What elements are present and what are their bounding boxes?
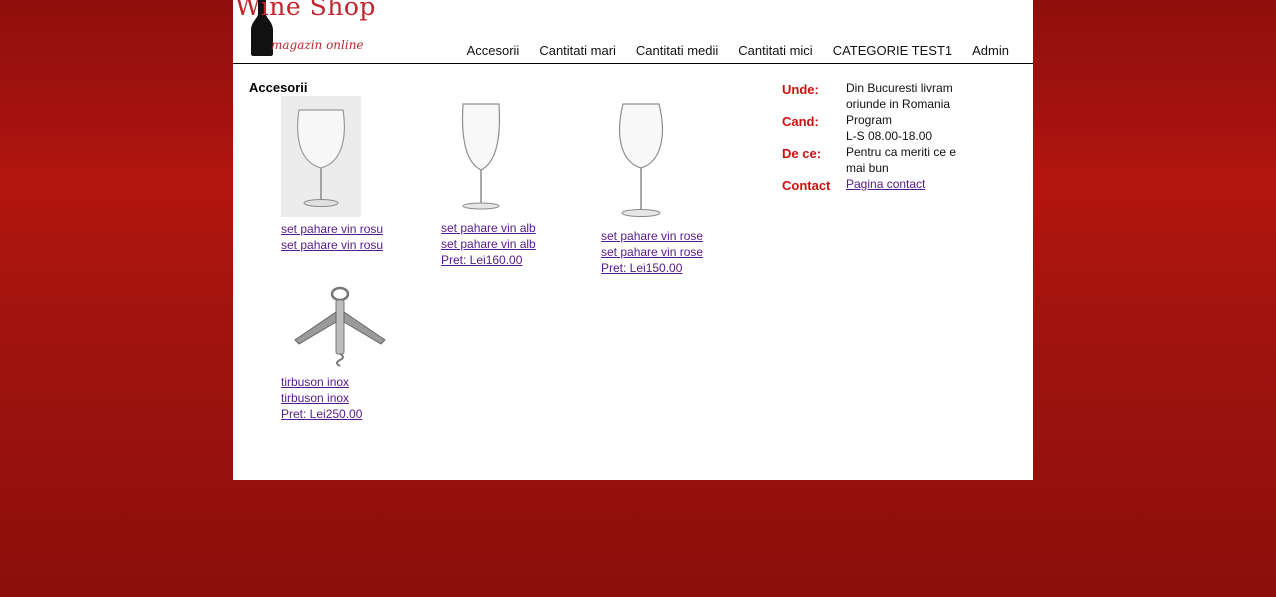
product-card: set pahare vin rosu set pahare vin rosu xyxy=(281,96,411,253)
info-value-line: L-S 08.00-18.00 xyxy=(846,129,933,143)
logo-title: Wine Shop xyxy=(235,0,376,21)
page-container: Wine Shop magazin online Accesorii Canti… xyxy=(233,0,1033,480)
logo-subtitle: magazin online xyxy=(271,38,364,52)
info-label: Cand: xyxy=(782,114,819,129)
info-row-contact: Contact Pagina contact xyxy=(782,176,982,194)
site-logo[interactable]: Wine Shop magazin online xyxy=(233,0,378,60)
wine-glass-icon xyxy=(281,96,361,217)
product-name-link[interactable]: set pahare vin rosu xyxy=(281,237,411,253)
product-card: set pahare vin rose set pahare vin rose … xyxy=(601,100,731,276)
nav-item-cantitati-medii[interactable]: Cantitati medii xyxy=(636,43,718,58)
corkscrew-icon xyxy=(281,282,399,370)
product-image-link[interactable] xyxy=(281,96,411,221)
product-image-link[interactable] xyxy=(281,282,411,374)
product-card: tirbuson inox tirbuson inox Pret: Lei250… xyxy=(281,282,411,422)
product-name-link[interactable]: set pahare vin rose xyxy=(601,228,731,244)
product-image-link[interactable] xyxy=(441,100,571,220)
info-value-line: Program xyxy=(846,113,893,127)
wine-glass-icon xyxy=(601,100,681,224)
header-divider xyxy=(233,63,1033,64)
product-name-link[interactable]: tirbuson inox xyxy=(281,390,411,406)
wine-glass-icon xyxy=(441,100,521,216)
info-panel: Unde: Din Bucuresti livram oriunde in Ro… xyxy=(782,80,982,194)
product-name-link[interactable]: set pahare vin alb xyxy=(441,220,571,236)
info-label: De ce: xyxy=(782,146,822,161)
main-nav: Accesorii Cantitati mari Cantitati medii… xyxy=(467,43,1009,58)
nav-item-categorie-test1[interactable]: CATEGORIE TEST1 xyxy=(833,43,952,58)
info-row-de-ce: De ce: Pentru ca meriti ce e mai bun xyxy=(782,144,982,176)
product-price-link[interactable]: Pret: Lei250.00 xyxy=(281,406,411,422)
product-name-link[interactable]: set pahare vin rosu xyxy=(281,221,411,237)
info-row-unde: Unde: Din Bucuresti livram oriunde in Ro… xyxy=(782,80,982,112)
product-name-link[interactable]: set pahare vin alb xyxy=(441,236,571,252)
info-value: Pentru ca meriti ce e mai bun xyxy=(846,145,957,175)
nav-item-accesorii[interactable]: Accesorii xyxy=(467,43,520,58)
section-title: Accesorii xyxy=(249,80,308,95)
product-price-link[interactable]: Pret: Lei150.00 xyxy=(601,260,731,276)
info-value: Din Bucuresti livram oriunde in Romania xyxy=(846,81,953,111)
product-image-link[interactable] xyxy=(601,100,731,228)
info-value: Program L-S 08.00-18.00 xyxy=(846,112,974,144)
contact-page-link[interactable]: Pagina contact xyxy=(846,177,925,191)
product-name-link[interactable]: tirbuson inox xyxy=(281,374,411,390)
info-row-cand: Cand: Program L-S 08.00-18.00 xyxy=(782,112,982,144)
info-label: Unde: xyxy=(782,82,819,97)
nav-item-admin[interactable]: Admin xyxy=(972,43,1009,58)
product-card: set pahare vin alb set pahare vin alb Pr… xyxy=(441,100,571,268)
nav-item-cantitati-mici[interactable]: Cantitati mici xyxy=(738,43,812,58)
info-value: Pagina contact xyxy=(846,176,974,194)
info-label: Contact xyxy=(782,178,831,193)
product-price-link[interactable]: Pret: Lei160.00 xyxy=(441,252,571,268)
nav-item-cantitati-mari[interactable]: Cantitati mari xyxy=(539,43,616,58)
product-name-link[interactable]: set pahare vin rose xyxy=(601,244,731,260)
